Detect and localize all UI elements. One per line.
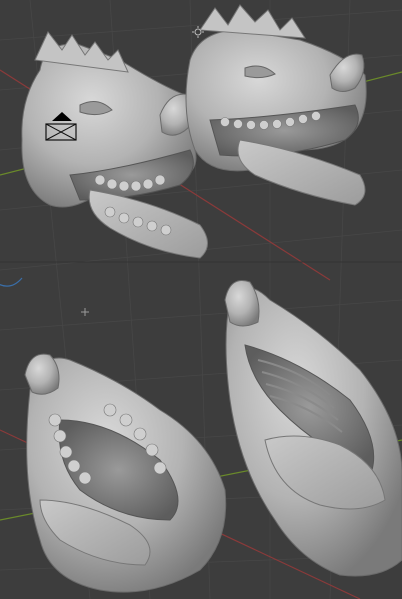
head-view-side[interactable] (224, 280, 402, 577)
3d-viewport[interactable] (0, 0, 402, 599)
viewport-canvas[interactable] (0, 0, 402, 599)
head-view-below[interactable] (24, 353, 227, 593)
head-view-front-right[interactable] (185, 4, 367, 206)
empty-object-icon[interactable] (81, 308, 89, 316)
head-view-front-left[interactable] (21, 31, 208, 259)
view-gizmo-arc (0, 277, 23, 287)
